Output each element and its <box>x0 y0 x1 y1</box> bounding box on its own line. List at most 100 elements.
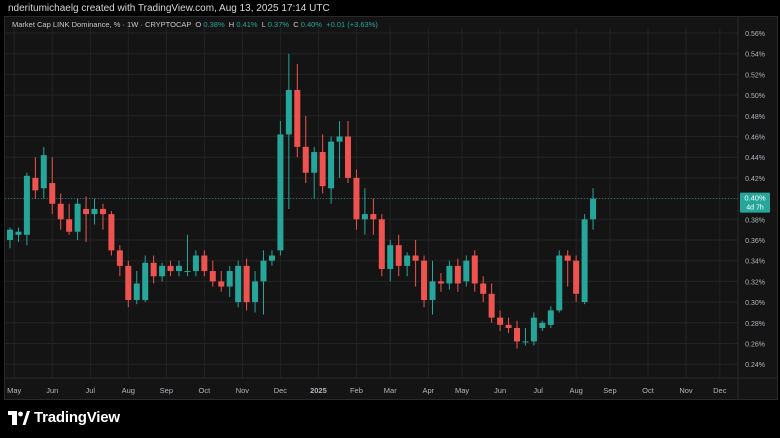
candle-body <box>57 203 64 220</box>
candle-body <box>142 262 149 301</box>
candle-body <box>99 208 106 215</box>
x-tick-label: Apr <box>422 386 434 395</box>
candle-body <box>7 229 13 240</box>
candle-body <box>192 255 199 272</box>
y-tick-label: 0.44% <box>745 155 765 162</box>
candle-body <box>412 255 419 261</box>
last-price-marker: 0.40% 4d 7h <box>740 192 770 213</box>
y-tick-label: 0.26% <box>745 342 765 349</box>
legend-open-label: O <box>195 20 202 29</box>
legend-symbol: Market Cap LINK Dominance, % · 1W · CRYP… <box>12 20 192 29</box>
x-tick-label: 2025 <box>310 386 327 395</box>
legend-close-label: C <box>293 20 299 29</box>
y-tick-label: 0.56% <box>745 31 765 38</box>
y-tick-label: 0.28% <box>745 321 765 328</box>
y-tick-label: 0.52% <box>745 72 765 79</box>
candle-body <box>370 214 377 220</box>
x-tick-label: Nov <box>679 386 693 395</box>
candle-body <box>159 265 166 277</box>
y-tick-label: 0.38% <box>745 217 765 224</box>
x-tick-label: Aug <box>569 386 582 395</box>
candle-body <box>505 324 512 328</box>
x-tick-label: Jun <box>494 386 506 395</box>
y-tick-label: 0.24% <box>745 362 765 369</box>
candle-body <box>530 317 537 342</box>
candle-body <box>252 281 259 303</box>
candle-body <box>184 271 191 273</box>
x-tick-label: Jul <box>533 386 543 395</box>
candle-body <box>404 255 411 266</box>
candle-body <box>83 208 90 215</box>
candle-body <box>421 260 428 301</box>
x-tick-label: May <box>455 386 469 395</box>
candle-body <box>488 293 495 318</box>
x-tick-label: Mar <box>384 386 397 395</box>
x-tick-label: Dec <box>274 386 288 395</box>
x-tick-label: May <box>7 386 21 395</box>
legend-high-label: H <box>228 20 235 29</box>
candlestick-chart[interactable]: 0.56% 0.54% 0.52% 0.50% 0.48% 0.46% 0.44% 0.42%… <box>0 0 780 438</box>
candle-body <box>91 208 98 215</box>
candle-body <box>345 136 351 178</box>
candle-body <box>319 152 326 187</box>
x-tick-label: Sep <box>160 386 173 395</box>
y-tick-label: 0.46% <box>745 135 765 142</box>
candle-body <box>446 265 453 284</box>
legend-open-value: 0.38% <box>203 20 225 29</box>
x-tick-label: Sep <box>603 386 616 395</box>
chart-legend: Market Cap LINK Dominance, % · 1W · CRYP… <box>12 20 378 29</box>
y-tick-label: 0.32% <box>745 279 765 286</box>
legend-high-value: 0.41% <box>236 20 258 29</box>
tradingview-wordmark: TradingView <box>34 409 120 426</box>
countdown-label: 4d 7h <box>746 205 764 212</box>
x-tick-label: Oct <box>199 386 212 395</box>
candle-body <box>235 265 242 303</box>
candle-body <box>201 255 208 272</box>
x-tick-label: Jul <box>85 386 95 395</box>
legend-close-value: 0.40% <box>300 20 323 29</box>
candle-body <box>226 271 233 287</box>
candle-body <box>353 177 360 220</box>
candle-body <box>539 322 546 328</box>
tradingview-brand[interactable]: TradingView <box>8 409 120 426</box>
candle-body <box>260 260 267 282</box>
candle-body <box>471 255 478 284</box>
candle-body <box>454 265 461 284</box>
candle-body <box>564 255 571 261</box>
candle-body <box>243 265 250 303</box>
y-tick-label: 0.54% <box>745 52 765 59</box>
y-tick-label: 0.48% <box>745 114 765 121</box>
candle-body <box>133 283 140 301</box>
x-tick-label: Aug <box>122 386 135 395</box>
candle-body <box>437 281 444 284</box>
y-tick-label: 0.50% <box>745 93 765 100</box>
candle-body <box>150 262 157 277</box>
candle-body <box>336 136 343 142</box>
candle-body <box>66 219 73 232</box>
legend-low-label: L <box>261 20 266 29</box>
x-tick-label: Nov <box>236 386 250 395</box>
candle-body <box>429 281 436 301</box>
candle-body <box>522 341 529 343</box>
y-tick-label: 0.30% <box>745 300 765 307</box>
candle-body <box>167 265 174 272</box>
x-tick-label: Feb <box>350 386 363 395</box>
candle-body <box>556 255 563 311</box>
candle-body <box>116 250 123 266</box>
candle-body <box>294 89 301 147</box>
candle-body <box>328 141 335 189</box>
y-tick-label: 0.36% <box>745 238 765 245</box>
candle-body <box>514 327 520 342</box>
candle-body <box>361 214 368 220</box>
candle-body <box>74 203 81 232</box>
candle-body <box>378 219 385 269</box>
y-tick-label: 0.34% <box>745 259 765 266</box>
candle-body <box>108 214 115 251</box>
candle-body <box>573 260 580 294</box>
candle-body <box>547 310 554 325</box>
candle-body <box>395 245 402 266</box>
candle-body <box>387 245 394 269</box>
y-tick-label: 0.42% <box>745 176 765 183</box>
candle-body <box>480 283 487 294</box>
candle-body <box>23 175 30 235</box>
